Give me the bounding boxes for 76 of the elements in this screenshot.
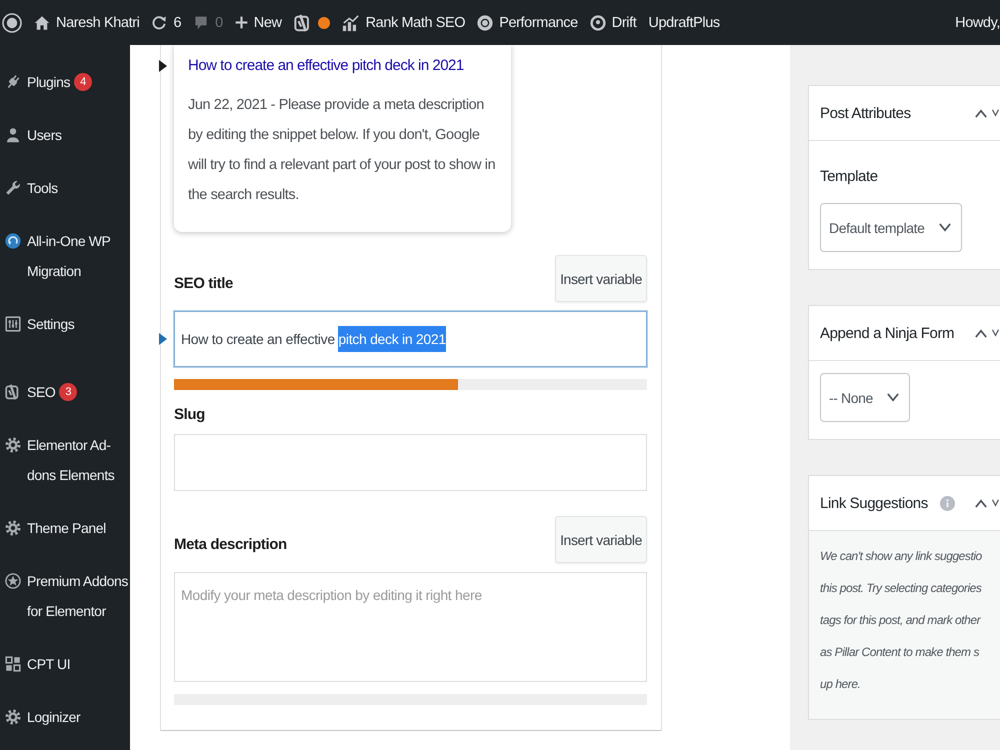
star-icon — [5, 572, 21, 588]
insert-variable-button[interactable]: Insert variable — [555, 516, 647, 563]
move-up-button[interactable] — [975, 498, 987, 508]
panel-title: Link Suggestions — [820, 494, 928, 512]
updates-link[interactable]: 6 — [145, 0, 188, 45]
chat-tool-link[interactable]: Drift — [584, 0, 642, 45]
move-up-button[interactable] — [975, 328, 987, 338]
link-suggestions-text: We can't show any link suggestio this post. Try selecting categories tags for this post, and mark other as Pillar Content to make them s up here. — [820, 548, 983, 693]
menu-item[interactable]: Settings — [0, 297, 130, 350]
wrench-icon — [5, 180, 21, 196]
seo-title-field[interactable]: How to create an effective pitch deck in 2021 — [174, 311, 647, 367]
chevron-down-icon — [992, 499, 999, 507]
menu-item[interactable]: Tools — [0, 161, 130, 214]
grid-icon — [5, 656, 21, 672]
plug-icon — [5, 74, 21, 90]
chevron-up-icon — [975, 328, 987, 338]
seo-tool-link[interactable]: Rank Math SEO — [336, 0, 472, 45]
bar-chart-icon — [342, 14, 360, 32]
account-greeting[interactable]: Howdy, — [949, 0, 1000, 45]
triangle-icon — [159, 60, 167, 72]
menu-item[interactable]: Theme Panel — [0, 501, 130, 554]
panel-title: Post Attributes — [820, 104, 911, 122]
move-down-button[interactable] — [992, 499, 999, 507]
refresh-icon — [151, 14, 168, 30]
count-badge: 4 — [74, 72, 92, 90]
plus-icon — [234, 16, 248, 29]
menu-item[interactable]: Users — [0, 108, 130, 161]
chevron-up-icon — [975, 498, 987, 508]
menu-item[interactable]: SEO 3 — [0, 365, 130, 418]
meta-description-field[interactable]: Modify your meta description by editing it right here — [174, 572, 647, 682]
chevron-down-icon — [886, 393, 899, 402]
menu-item[interactable]: CPT UI — [0, 637, 130, 690]
menu-item[interactable]: Loginizer — [0, 690, 130, 743]
field-label: Slug — [174, 405, 205, 425]
move-down-button[interactable] — [992, 329, 999, 337]
dropdown-select[interactable]: Default template — [820, 203, 962, 252]
user-icon — [5, 126, 21, 142]
field-label: Template — [820, 167, 879, 187]
field-label: SEO title — [174, 274, 233, 294]
selected-text: pitch deck in 2021 — [338, 326, 446, 352]
ring-icon — [590, 14, 606, 30]
comment-icon — [193, 14, 210, 30]
logo-icon — [2, 12, 22, 32]
snippet-title: How to create an effective pitch deck in 2021 — [188, 56, 465, 76]
gear-icon — [5, 708, 21, 724]
chevron-up-icon — [975, 108, 987, 118]
count-badge: 3 — [59, 382, 78, 400]
plugin-logo-icon — [294, 14, 312, 32]
plugin-logo-icon — [5, 384, 21, 400]
field-label: Meta description — [174, 535, 287, 555]
title-text: How to create an effective — [181, 330, 336, 349]
move-down-button[interactable] — [992, 109, 999, 117]
menu-item[interactable]: Premium Addons for Elementor — [0, 554, 130, 637]
insert-variable-button[interactable]: Insert variable — [555, 255, 647, 302]
chevron-down-icon — [938, 223, 951, 232]
new-content-link[interactable]: New — [228, 0, 288, 45]
backup-tool-link[interactable]: UpdraftPlus — [642, 0, 726, 45]
panel-title: Append a Ninja Form — [820, 324, 954, 342]
gear-icon — [5, 520, 21, 536]
menu-item[interactable]: Plugins 4 — [0, 55, 130, 108]
triangle-icon — [159, 333, 167, 345]
snippet-description: Jun 22, 2021 - Please provide a meta description by editing the snippet below. If you don't, Google will try to find a relevant part of your post to show in the search results. — [188, 96, 496, 205]
chevron-down-icon — [992, 109, 999, 117]
menu-item[interactable]: Elementor Ad-dons Elements — [0, 418, 130, 501]
site-name-link[interactable]: Naresh Khatri — [28, 0, 146, 45]
menu-item[interactable]: All-in-One WP Migration — [0, 214, 130, 297]
status-dot-icon — [318, 16, 330, 28]
dropdown-select[interactable]: -- None — [820, 373, 910, 422]
chevron-down-icon — [992, 329, 999, 337]
home-icon — [34, 14, 50, 30]
performance-link[interactable]: Performance — [471, 0, 584, 45]
move-up-button[interactable] — [975, 108, 987, 118]
circle-icon — [477, 14, 494, 30]
gear-icon — [5, 436, 21, 452]
slug-field[interactable] — [174, 434, 647, 491]
sliders-icon — [5, 316, 21, 332]
